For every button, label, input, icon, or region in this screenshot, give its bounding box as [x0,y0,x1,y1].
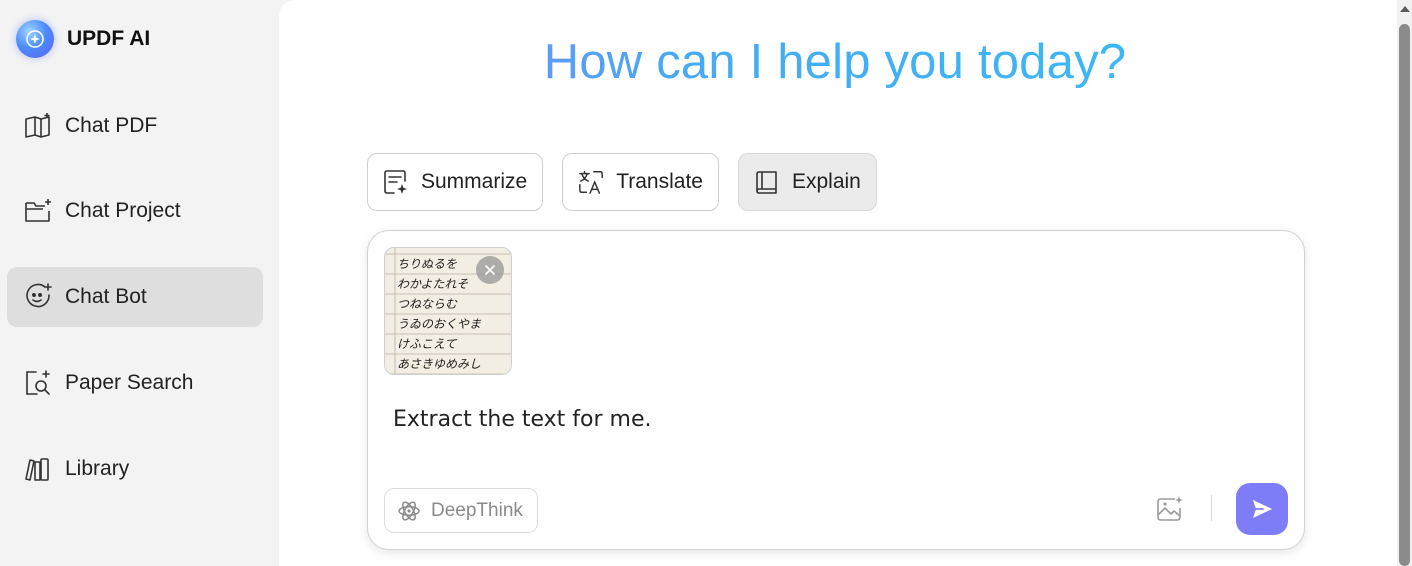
translate-icon [578,169,604,195]
sidebar-item-library[interactable]: Library [7,439,263,499]
brand[interactable]: UPDF AI [16,20,150,58]
bot-face-icon [23,282,53,312]
app-name: UPDF AI [67,27,151,50]
updf-logo-icon [16,20,54,58]
explain-button[interactable]: Explain [737,153,877,211]
library-books-icon [23,454,53,484]
image-upload-button[interactable] [1154,493,1186,525]
main-panel: How can I help you today? Summarize Tran… [279,0,1397,566]
page-scrollbar[interactable] [1397,0,1412,566]
sidebar-item-label: Chat Project [65,199,181,222]
summarize-button[interactable]: Summarize [367,153,544,211]
handwritten-line: うゐのおくやま [397,317,482,331]
summarize-label: Summarize [421,170,528,193]
remove-attachment-button[interactable] [476,256,504,284]
send-button[interactable] [1236,483,1288,535]
sidebar-item-label: Paper Search [65,371,194,394]
sidebar-item-label: Library [65,457,130,480]
deepthink-label: DeepThink [431,499,523,521]
scroll-up-arrow-icon[interactable] [1400,6,1410,12]
send-icon [1253,500,1272,518]
handwritten-line: けふこえて [397,337,457,351]
prompt-input[interactable]: Extract the text for me. [393,407,1273,432]
folder-sparkle-icon [23,196,53,226]
sidebar-item-paper-search[interactable]: Paper Search [7,353,263,413]
sidebar-item-label: Chat Bot [65,285,147,308]
toolbar-divider [1211,495,1212,521]
doc-search-icon [23,368,53,398]
sidebar-item-chat-bot[interactable]: Chat Bot [7,267,263,327]
deepthink-toggle[interactable]: DeepThink [384,488,538,533]
image-upload-icon [1157,496,1183,521]
book-icon [754,169,780,195]
translate-label: Translate [616,170,703,193]
sidebar: UPDF AI Chat PDF Chat Project Chat Bot P… [0,0,278,566]
close-icon [485,265,495,275]
quick-actions: Summarize Translate Explain [367,153,896,211]
sidebar-item-chat-pdf[interactable]: Chat PDF [7,96,263,156]
handwritten-line: つねならむ [397,297,458,311]
book-sparkle-icon [23,111,53,141]
translate-button[interactable]: Translate [562,153,719,211]
sidebar-item-chat-project[interactable]: Chat Project [7,181,263,241]
summarize-icon [383,169,409,195]
chat-composer: ちりぬるを わかよたれそ つねならむ うゐのおくやま けふこえて あさきゆめみし… [367,230,1305,550]
atom-icon [398,500,420,521]
page-title: How can I help you today? [279,34,1391,90]
scroll-thumb[interactable] [1399,24,1410,566]
handwritten-line: あさきゆめみし [397,357,482,371]
explain-label: Explain [791,170,861,193]
sidebar-item-label: Chat PDF [65,114,158,137]
